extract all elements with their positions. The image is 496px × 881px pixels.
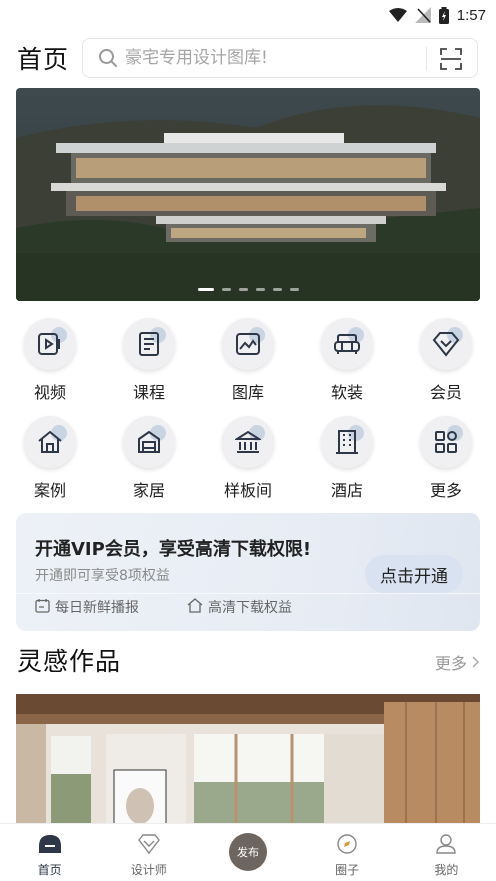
banner-image <box>16 88 480 301</box>
vip-feature-download: 高清下载权益 <box>187 597 292 617</box>
post-button[interactable]: 发布 <box>228 833 267 871</box>
calendar-icon <box>35 598 50 617</box>
category-course[interactable]: 课程 <box>123 318 175 416</box>
category-row-1: 视频 课程 图库 软装 会员 <box>0 318 496 416</box>
tab-home[interactable]: 首页 <box>10 824 90 881</box>
section-title: 灵感作品 <box>17 647 122 676</box>
category-row-2: 案例 家居 样板间 酒店 更多 <box>0 416 496 514</box>
vip-open-button[interactable]: 点击开通 <box>365 555 463 593</box>
search-input[interactable] <box>125 48 415 68</box>
category-label: 更多 <box>429 481 462 500</box>
chevron-right-icon <box>471 653 480 672</box>
category-grid: 视频 课程 图库 软装 会员 案例 家居 样板间 酒店 更多 <box>0 318 496 514</box>
tab-label: 圈子 <box>335 863 360 877</box>
more-label: 更多 <box>434 654 467 673</box>
vip-feature-label: 每日新鲜播报 <box>55 600 139 616</box>
page-title: 首页 <box>17 45 70 74</box>
tab-circle[interactable]: 圈子 <box>307 824 387 881</box>
category-label: 会员 <box>429 383 462 402</box>
tab-label: 设计师 <box>130 863 167 877</box>
tab-post[interactable]: 发布 <box>208 824 288 881</box>
course-icon <box>123 318 175 370</box>
category-case[interactable]: 案例 <box>24 416 76 514</box>
category-label: 软装 <box>330 383 363 402</box>
banner-carousel[interactable] <box>16 88 480 301</box>
banner-dot[interactable] <box>255 288 265 291</box>
more-icon <box>420 416 472 468</box>
post-label: 发布 <box>236 846 259 859</box>
sofa-icon <box>321 318 373 370</box>
compass-icon <box>336 834 358 858</box>
house-outline-icon <box>187 597 203 617</box>
designer-tab-icon <box>137 834 160 858</box>
home-icon <box>123 416 175 468</box>
category-label: 酒店 <box>330 481 363 500</box>
category-soft-decor[interactable]: 软装 <box>321 318 373 416</box>
vip-feature-label: 高清下载权益 <box>208 600 292 616</box>
banner-indicator <box>16 288 480 291</box>
showroom-icon <box>222 416 274 468</box>
category-label: 样板间 <box>223 481 272 500</box>
banner-dot[interactable] <box>221 288 231 291</box>
category-more[interactable]: 更多 <box>420 416 472 514</box>
house-icon <box>24 416 76 468</box>
hotel-icon <box>321 416 373 468</box>
category-hotel[interactable]: 酒店 <box>321 416 373 514</box>
scan-icon[interactable] <box>440 48 462 70</box>
search-divider <box>426 47 427 71</box>
category-member[interactable]: 会员 <box>420 318 472 416</box>
category-home[interactable]: 家居 <box>123 416 175 514</box>
vip-title: 开通VIP会员，享受高清下载权限! <box>35 539 312 560</box>
gallery-icon <box>222 318 274 370</box>
inspiration-section-header: 灵感作品 更多 <box>0 642 496 678</box>
more-link[interactable]: 更多 <box>434 650 480 674</box>
banner-dot[interactable] <box>197 288 214 291</box>
category-label: 图库 <box>231 383 264 402</box>
tab-label: 首页 <box>37 863 62 877</box>
category-label: 家居 <box>132 481 165 500</box>
search-icon <box>97 47 119 69</box>
user-icon <box>435 834 457 858</box>
banner-dot[interactable] <box>289 288 299 291</box>
vip-divider <box>16 593 480 594</box>
home-tab-icon <box>38 834 61 858</box>
search-bar[interactable] <box>82 38 478 78</box>
banner-dot[interactable] <box>272 288 282 291</box>
tab-label: 我的 <box>434 863 459 877</box>
category-video[interactable]: 视频 <box>24 318 76 416</box>
banner-dot[interactable] <box>238 288 248 291</box>
battery-icon <box>438 6 449 24</box>
bottom-tab-bar: 首页 设计师 发布 圈子 我的 <box>0 823 496 881</box>
status-bar: 1:57 <box>0 0 496 30</box>
signal-icon <box>414 7 431 23</box>
category-label: 视频 <box>33 383 66 402</box>
category-label: 课程 <box>132 383 165 402</box>
header: 首页 <box>0 38 496 78</box>
vip-promo-card[interactable]: 开通VIP会员，享受高清下载权限! 开通即可享受8项权益 点击开通 每日新鲜播报… <box>16 513 480 631</box>
diamond-icon <box>420 318 472 370</box>
category-gallery[interactable]: 图库 <box>222 318 274 416</box>
wifi-icon <box>388 8 407 22</box>
tab-mine[interactable]: 我的 <box>406 824 486 881</box>
interior-image <box>16 694 480 834</box>
category-showroom[interactable]: 样板间 <box>222 416 274 514</box>
category-label: 案例 <box>33 481 66 500</box>
inspiration-work-card[interactable] <box>16 694 480 834</box>
status-time: 1:57 <box>456 6 486 24</box>
vip-subtitle: 开通即可享受8项权益 <box>35 568 170 584</box>
video-icon <box>24 318 76 370</box>
tab-designer[interactable]: 设计师 <box>109 824 189 881</box>
vip-feature-daily: 每日新鲜播报 <box>35 597 139 617</box>
